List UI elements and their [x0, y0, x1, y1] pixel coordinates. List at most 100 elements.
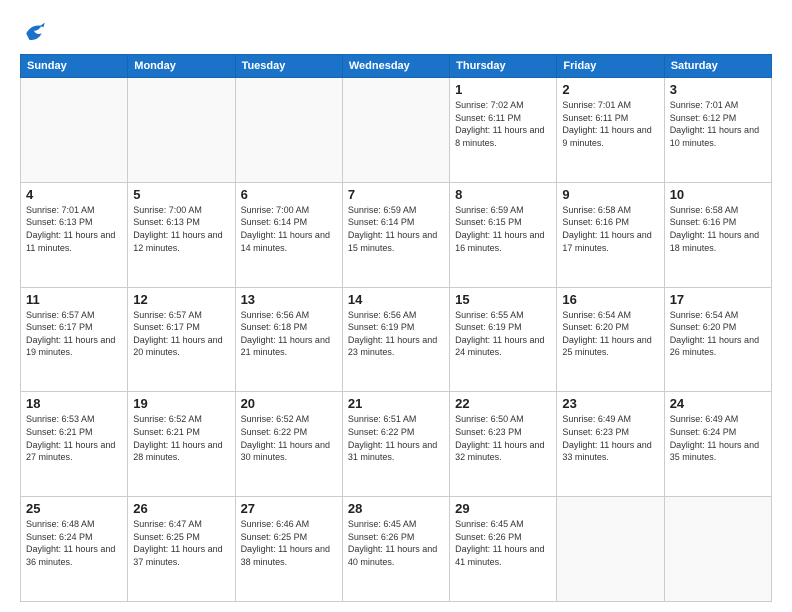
- day-number: 7: [348, 187, 444, 202]
- calendar-cell: [128, 78, 235, 183]
- calendar-cell: 2 Sunrise: 7:01 AM Sunset: 6:11 PM Daylig…: [557, 78, 664, 183]
- calendar-cell: 29 Sunrise: 6:45 AM Sunset: 6:26 PM Dayli…: [450, 497, 557, 602]
- logo: [20, 18, 52, 46]
- calendar-cell: [235, 78, 342, 183]
- day-number: 19: [133, 396, 229, 411]
- day-number: 2: [562, 82, 658, 97]
- calendar-week-row: 11 Sunrise: 6:57 AM Sunset: 6:17 PM Dayli…: [21, 287, 772, 392]
- day-info: Sunrise: 6:45 AM Sunset: 6:26 PM Dayligh…: [455, 518, 551, 568]
- day-number: 23: [562, 396, 658, 411]
- day-info: Sunrise: 6:54 AM Sunset: 6:20 PM Dayligh…: [670, 309, 766, 359]
- calendar-cell: 12Sunrise: 6:57 AM Sunset: 6:17 PM Dayli…: [128, 287, 235, 392]
- day-number: 21: [348, 396, 444, 411]
- day-of-week-header: Monday: [128, 55, 235, 78]
- calendar-cell: [342, 78, 449, 183]
- calendar-cell: [664, 497, 771, 602]
- day-info: Sunrise: 6:58 AM Sunset: 6:16 PM Dayligh…: [670, 204, 766, 254]
- day-number: 29: [455, 501, 551, 516]
- day-number: 4: [26, 187, 122, 202]
- day-info: Sunrise: 6:48 AM Sunset: 6:24 PM Dayligh…: [26, 518, 122, 568]
- calendar-cell: 22 Sunrise: 6:50 AM Sunset: 6:23 PM Dayli…: [450, 392, 557, 497]
- day-info: Sunrise: 7:00 AM Sunset: 6:14 PM Dayligh…: [241, 204, 337, 254]
- day-info: Sunrise: 7:02 AM Sunset: 6:11 PM Dayligh…: [455, 99, 551, 149]
- day-of-week-header: Friday: [557, 55, 664, 78]
- day-info: Sunrise: 6:47 AM Sunset: 6:25 PM Dayligh…: [133, 518, 229, 568]
- calendar-cell: 7 Sunrise: 6:59 AM Sunset: 6:14 PM Daylig…: [342, 182, 449, 287]
- calendar-cell: 18Sunrise: 6:53 AM Sunset: 6:21 PM Dayli…: [21, 392, 128, 497]
- calendar-cell: [21, 78, 128, 183]
- calendar-cell: 16Sunrise: 6:54 AM Sunset: 6:20 PM Dayli…: [557, 287, 664, 392]
- day-info: Sunrise: 7:00 AM Sunset: 6:13 PM Dayligh…: [133, 204, 229, 254]
- calendar-cell: 14 Sunrise: 6:56 AM Sunset: 6:19 PM Dayli…: [342, 287, 449, 392]
- day-number: 22: [455, 396, 551, 411]
- day-number: 26: [133, 501, 229, 516]
- calendar-cell: 17 Sunrise: 6:54 AM Sunset: 6:20 PM Dayli…: [664, 287, 771, 392]
- day-number: 18: [26, 396, 122, 411]
- calendar-cell: 9 Sunrise: 6:58 AM Sunset: 6:16 PM Daylig…: [557, 182, 664, 287]
- day-info: Sunrise: 6:59 AM Sunset: 6:15 PM Dayligh…: [455, 204, 551, 254]
- calendar-week-row: 4 Sunrise: 7:01 AM Sunset: 6:13 PM Daylig…: [21, 182, 772, 287]
- calendar-cell: 25 Sunrise: 6:48 AM Sunset: 6:24 PM Dayli…: [21, 497, 128, 602]
- day-info: Sunrise: 6:49 AM Sunset: 6:23 PM Dayligh…: [562, 413, 658, 463]
- day-number: 25: [26, 501, 122, 516]
- day-number: 12: [133, 292, 229, 307]
- day-info: Sunrise: 6:50 AM Sunset: 6:23 PM Dayligh…: [455, 413, 551, 463]
- day-number: 13: [241, 292, 337, 307]
- day-number: 1: [455, 82, 551, 97]
- calendar-header-row: SundayMondayTuesdayWednesdayThursdayFrid…: [21, 55, 772, 78]
- day-number: 14: [348, 292, 444, 307]
- day-info: Sunrise: 7:01 AM Sunset: 6:13 PM Dayligh…: [26, 204, 122, 254]
- calendar-cell: 10Sunrise: 6:58 AM Sunset: 6:16 PM Dayli…: [664, 182, 771, 287]
- day-info: Sunrise: 6:59 AM Sunset: 6:14 PM Dayligh…: [348, 204, 444, 254]
- day-info: Sunrise: 6:52 AM Sunset: 6:22 PM Dayligh…: [241, 413, 337, 463]
- day-number: 3: [670, 82, 766, 97]
- day-number: 9: [562, 187, 658, 202]
- calendar-cell: 19 Sunrise: 6:52 AM Sunset: 6:21 PM Dayli…: [128, 392, 235, 497]
- calendar-cell: 26 Sunrise: 6:47 AM Sunset: 6:25 PM Dayli…: [128, 497, 235, 602]
- day-info: Sunrise: 6:56 AM Sunset: 6:18 PM Dayligh…: [241, 309, 337, 359]
- calendar-cell: [557, 497, 664, 602]
- calendar-cell: 11 Sunrise: 6:57 AM Sunset: 6:17 PM Dayli…: [21, 287, 128, 392]
- day-info: Sunrise: 7:01 AM Sunset: 6:12 PM Dayligh…: [670, 99, 766, 149]
- day-number: 15: [455, 292, 551, 307]
- day-info: Sunrise: 6:45 AM Sunset: 6:26 PM Dayligh…: [348, 518, 444, 568]
- day-of-week-header: Wednesday: [342, 55, 449, 78]
- day-number: 8: [455, 187, 551, 202]
- day-info: Sunrise: 6:46 AM Sunset: 6:25 PM Dayligh…: [241, 518, 337, 568]
- calendar-cell: 4 Sunrise: 7:01 AM Sunset: 6:13 PM Daylig…: [21, 182, 128, 287]
- day-number: 11: [26, 292, 122, 307]
- calendar-cell: 21Sunrise: 6:51 AM Sunset: 6:22 PM Dayli…: [342, 392, 449, 497]
- calendar-cell: 24 Sunrise: 6:49 AM Sunset: 6:24 PM Dayli…: [664, 392, 771, 497]
- calendar-table: SundayMondayTuesdayWednesdayThursdayFrid…: [20, 54, 772, 602]
- day-of-week-header: Thursday: [450, 55, 557, 78]
- day-number: 24: [670, 396, 766, 411]
- calendar-cell: 20 Sunrise: 6:52 AM Sunset: 6:22 PM Dayli…: [235, 392, 342, 497]
- day-info: Sunrise: 6:58 AM Sunset: 6:16 PM Dayligh…: [562, 204, 658, 254]
- day-info: Sunrise: 6:49 AM Sunset: 6:24 PM Dayligh…: [670, 413, 766, 463]
- page-header: [20, 18, 772, 46]
- day-info: Sunrise: 6:52 AM Sunset: 6:21 PM Dayligh…: [133, 413, 229, 463]
- calendar-cell: 15Sunrise: 6:55 AM Sunset: 6:19 PM Dayli…: [450, 287, 557, 392]
- calendar-cell: 3 Sunrise: 7:01 AM Sunset: 6:12 PM Daylig…: [664, 78, 771, 183]
- calendar-cell: 8 Sunrise: 6:59 AM Sunset: 6:15 PM Daylig…: [450, 182, 557, 287]
- calendar-cell: 27 Sunrise: 6:46 AM Sunset: 6:25 PM Dayli…: [235, 497, 342, 602]
- day-number: 28: [348, 501, 444, 516]
- day-info: Sunrise: 6:56 AM Sunset: 6:19 PM Dayligh…: [348, 309, 444, 359]
- calendar-cell: 13 Sunrise: 6:56 AM Sunset: 6:18 PM Dayli…: [235, 287, 342, 392]
- day-number: 17: [670, 292, 766, 307]
- calendar-cell: 1 Sunrise: 7:02 AM Sunset: 6:11 PM Daylig…: [450, 78, 557, 183]
- day-info: Sunrise: 6:54 AM Sunset: 6:20 PM Dayligh…: [562, 309, 658, 359]
- calendar-week-row: 1 Sunrise: 7:02 AM Sunset: 6:11 PM Daylig…: [21, 78, 772, 183]
- day-number: 20: [241, 396, 337, 411]
- day-of-week-header: Tuesday: [235, 55, 342, 78]
- day-number: 6: [241, 187, 337, 202]
- day-number: 27: [241, 501, 337, 516]
- calendar-week-row: 25 Sunrise: 6:48 AM Sunset: 6:24 PM Dayli…: [21, 497, 772, 602]
- day-of-week-header: Sunday: [21, 55, 128, 78]
- calendar-cell: 23 Sunrise: 6:49 AM Sunset: 6:23 PM Dayli…: [557, 392, 664, 497]
- calendar-cell: 28 Sunrise: 6:45 AM Sunset: 6:26 PM Dayli…: [342, 497, 449, 602]
- calendar-week-row: 18Sunrise: 6:53 AM Sunset: 6:21 PM Dayli…: [21, 392, 772, 497]
- day-number: 5: [133, 187, 229, 202]
- day-info: Sunrise: 6:57 AM Sunset: 6:17 PM Dayligh…: [26, 309, 122, 359]
- day-info: Sunrise: 7:01 AM Sunset: 6:11 PM Dayligh…: [562, 99, 658, 149]
